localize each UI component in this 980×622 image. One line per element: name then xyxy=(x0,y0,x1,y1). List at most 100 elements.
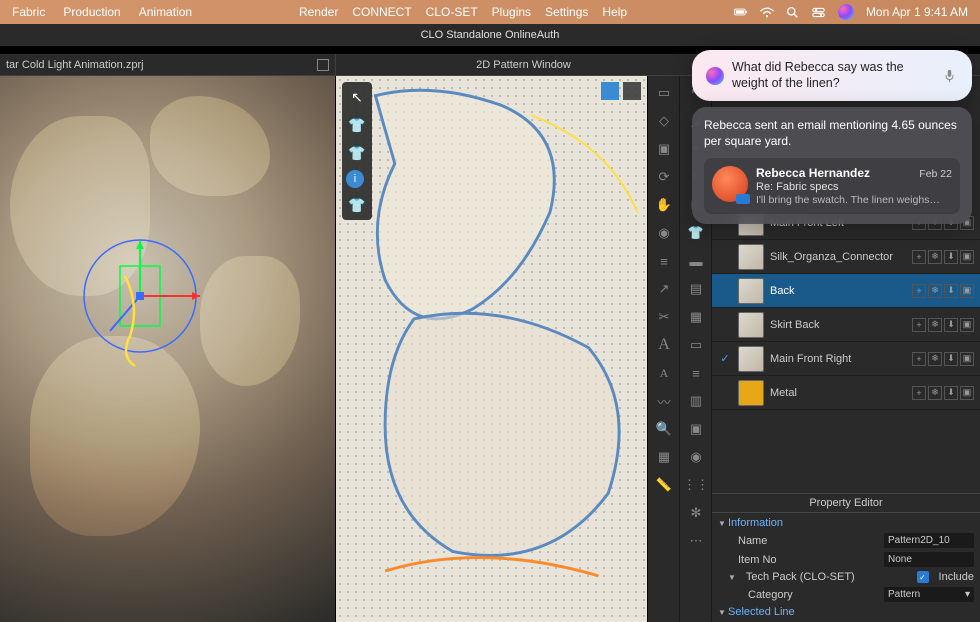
tool-measure-icon[interactable]: 📏 xyxy=(650,472,678,498)
viewport-2d-pattern[interactable]: ↖ 👕 👕 i 👕 xyxy=(336,76,648,622)
siri-answer-text: Rebecca sent an email mentioning 4.65 ou… xyxy=(704,117,960,149)
tool-ruler-icon[interactable]: ▦ xyxy=(650,444,678,470)
include-checkbox[interactable]: ✓ xyxy=(917,571,929,583)
obj-action-lock-icon[interactable]: ▣ xyxy=(960,386,974,400)
email-date: Feb 22 xyxy=(919,168,952,180)
menu-settings[interactable]: Settings xyxy=(545,5,588,19)
menu-help[interactable]: Help xyxy=(602,5,627,19)
siri-query-bubble[interactable]: What did Rebecca say was the weight of t… xyxy=(692,50,972,101)
tool-bars-icon[interactable]: ▥ xyxy=(682,388,710,414)
obj-action-save-icon[interactable]: ⬇ xyxy=(944,284,958,298)
shirt-mid-icon[interactable]: 👕 xyxy=(346,142,368,164)
tool-patch-icon[interactable]: ▣ xyxy=(682,416,710,442)
pe-name-label: Name xyxy=(738,535,878,547)
obj-action-add-icon[interactable]: + xyxy=(912,318,926,332)
tool-hand-icon[interactable]: ✋ xyxy=(650,192,678,218)
object-row[interactable]: ✓ Main Front Right +❄⬇▣ xyxy=(712,342,980,376)
tool-flower-icon[interactable]: ✻ xyxy=(682,500,710,526)
viewport-3d[interactable] xyxy=(0,76,336,622)
tool-text-a-icon[interactable]: A xyxy=(650,332,678,358)
microphone-icon[interactable] xyxy=(944,69,958,83)
object-row[interactable]: Skirt Back +❄⬇▣ xyxy=(712,308,980,342)
info-icon[interactable]: i xyxy=(346,170,364,188)
obj-action-freeze-icon[interactable]: ❄ xyxy=(928,284,942,298)
siri-orb-icon xyxy=(706,67,724,85)
pe-itemno-value[interactable]: None xyxy=(884,552,974,567)
object-swatch xyxy=(738,244,764,270)
obj-action-add-icon[interactable]: + xyxy=(912,352,926,366)
pe-name-value[interactable]: Pattern2D_10 xyxy=(884,533,974,548)
tool-zoom-icon[interactable]: 🔍 xyxy=(650,416,678,442)
toolbar-2d: ↖ 👕 👕 i 👕 xyxy=(342,82,372,220)
search-icon[interactable] xyxy=(786,5,800,19)
tool-layers-icon[interactable]: ▤ xyxy=(682,276,710,302)
tool-more-icon[interactable]: ⋯ xyxy=(682,528,710,554)
tool-lines-icon[interactable]: ≡ xyxy=(682,360,710,386)
obj-action-lock-icon[interactable]: ▣ xyxy=(960,318,974,332)
obj-action-save-icon[interactable]: ⬇ xyxy=(944,318,958,332)
menu-connect[interactable]: CONNECT xyxy=(352,5,411,19)
popout-3d-icon[interactable] xyxy=(317,59,329,71)
shirt-front-icon[interactable]: 👕 xyxy=(346,114,368,136)
obj-action-save-icon[interactable]: ⬇ xyxy=(944,386,958,400)
view-toggle-2[interactable] xyxy=(623,82,641,100)
tool-tape-icon[interactable]: ▭ xyxy=(682,332,710,358)
menu-render[interactable]: Render xyxy=(299,5,338,19)
pe-techpack-label[interactable]: Tech Pack (CLO-SET) xyxy=(746,571,911,583)
tool-iron-icon[interactable]: ▬ xyxy=(682,248,710,274)
obj-action-add-icon[interactable]: + xyxy=(912,250,926,264)
tool-select-icon[interactable]: ▭ xyxy=(650,80,678,106)
wifi-icon[interactable] xyxy=(760,5,774,19)
obj-action-lock-icon[interactable]: ▣ xyxy=(960,352,974,366)
tool-roll-icon[interactable]: ◉ xyxy=(650,220,678,246)
visibility-check[interactable]: ✓ xyxy=(718,352,732,365)
pe-category-value[interactable]: Pattern▾ xyxy=(884,587,974,602)
object-label: Skirt Back xyxy=(770,319,906,331)
obj-action-save-icon[interactable]: ⬇ xyxy=(944,250,958,264)
tool-stitch-icon[interactable]: ⋮⋮ xyxy=(682,472,710,498)
obj-action-add-icon[interactable]: + xyxy=(912,386,926,400)
obj-action-lock-icon[interactable]: ▣ xyxy=(960,284,974,298)
object-row[interactable]: Metal +❄⬇▣ xyxy=(712,376,980,410)
tool-dot-icon[interactable]: ◉ xyxy=(682,444,710,470)
obj-action-save-icon[interactable]: ⬇ xyxy=(944,352,958,366)
obj-action-lock-icon[interactable]: ▣ xyxy=(960,250,974,264)
tool-zigzag-icon[interactable]: 〰 xyxy=(650,388,678,414)
menubar-center-menus: Render CONNECT CLO-SET Plugins Settings … xyxy=(299,5,627,19)
obj-action-freeze-icon[interactable]: ❄ xyxy=(928,318,942,332)
object-label: Silk_Organza_Connector xyxy=(770,251,906,263)
tool-panel-icon[interactable]: ▣ xyxy=(650,136,678,162)
tool-list-icon[interactable]: ≡ xyxy=(650,248,678,274)
tool-edit-icon[interactable]: ◇ xyxy=(650,108,678,134)
tool-refresh-icon[interactable]: ⟳ xyxy=(650,164,678,190)
object-row[interactable]: Silk_Organza_Connector +❄⬇▣ xyxy=(712,240,980,274)
pe-section-information[interactable]: Information xyxy=(718,515,974,531)
menubar-datetime[interactable]: Mon Apr 1 9:41 AM xyxy=(866,5,968,19)
object-row[interactable]: Back +❄⬇▣ xyxy=(712,274,980,308)
menu-fabric[interactable]: Fabric xyxy=(12,5,45,19)
tool-text-aa-icon[interactable]: A xyxy=(650,360,678,386)
tool-shirt-icon[interactable]: 👕 xyxy=(682,220,710,246)
transform-gizmo[interactable] xyxy=(80,236,220,381)
pe-section-selected-line[interactable]: Selected Line xyxy=(718,604,974,620)
view-toggle-1[interactable] xyxy=(601,82,619,100)
menu-closet[interactable]: CLO-SET xyxy=(426,5,478,19)
cursor-tool-icon[interactable]: ↖ xyxy=(346,86,368,108)
battery-icon[interactable] xyxy=(734,5,748,19)
obj-action-add-icon[interactable]: + xyxy=(912,284,926,298)
tool-scissors-icon[interactable]: ✂ xyxy=(650,304,678,330)
siri-icon[interactable] xyxy=(838,4,854,20)
obj-action-freeze-icon[interactable]: ❄ xyxy=(928,352,942,366)
pe-category-label: Category xyxy=(748,589,878,601)
menu-plugins[interactable]: Plugins xyxy=(492,5,531,19)
control-center-icon[interactable] xyxy=(812,5,826,19)
tool-texture-icon[interactable]: ▦ xyxy=(682,304,710,330)
shirt-back-icon[interactable]: 👕 xyxy=(346,194,368,216)
menu-animation[interactable]: Animation xyxy=(139,5,192,19)
tool-arrow-icon[interactable]: ↗ xyxy=(650,276,678,302)
email-preview: I'll bring the swatch. The linen weighs… xyxy=(756,194,952,206)
obj-action-freeze-icon[interactable]: ❄ xyxy=(928,250,942,264)
obj-action-freeze-icon[interactable]: ❄ xyxy=(928,386,942,400)
siri-email-result[interactable]: Rebecca Hernandez Feb 22 Re: Fabric spec… xyxy=(704,158,960,214)
menu-production[interactable]: Production xyxy=(63,5,120,19)
